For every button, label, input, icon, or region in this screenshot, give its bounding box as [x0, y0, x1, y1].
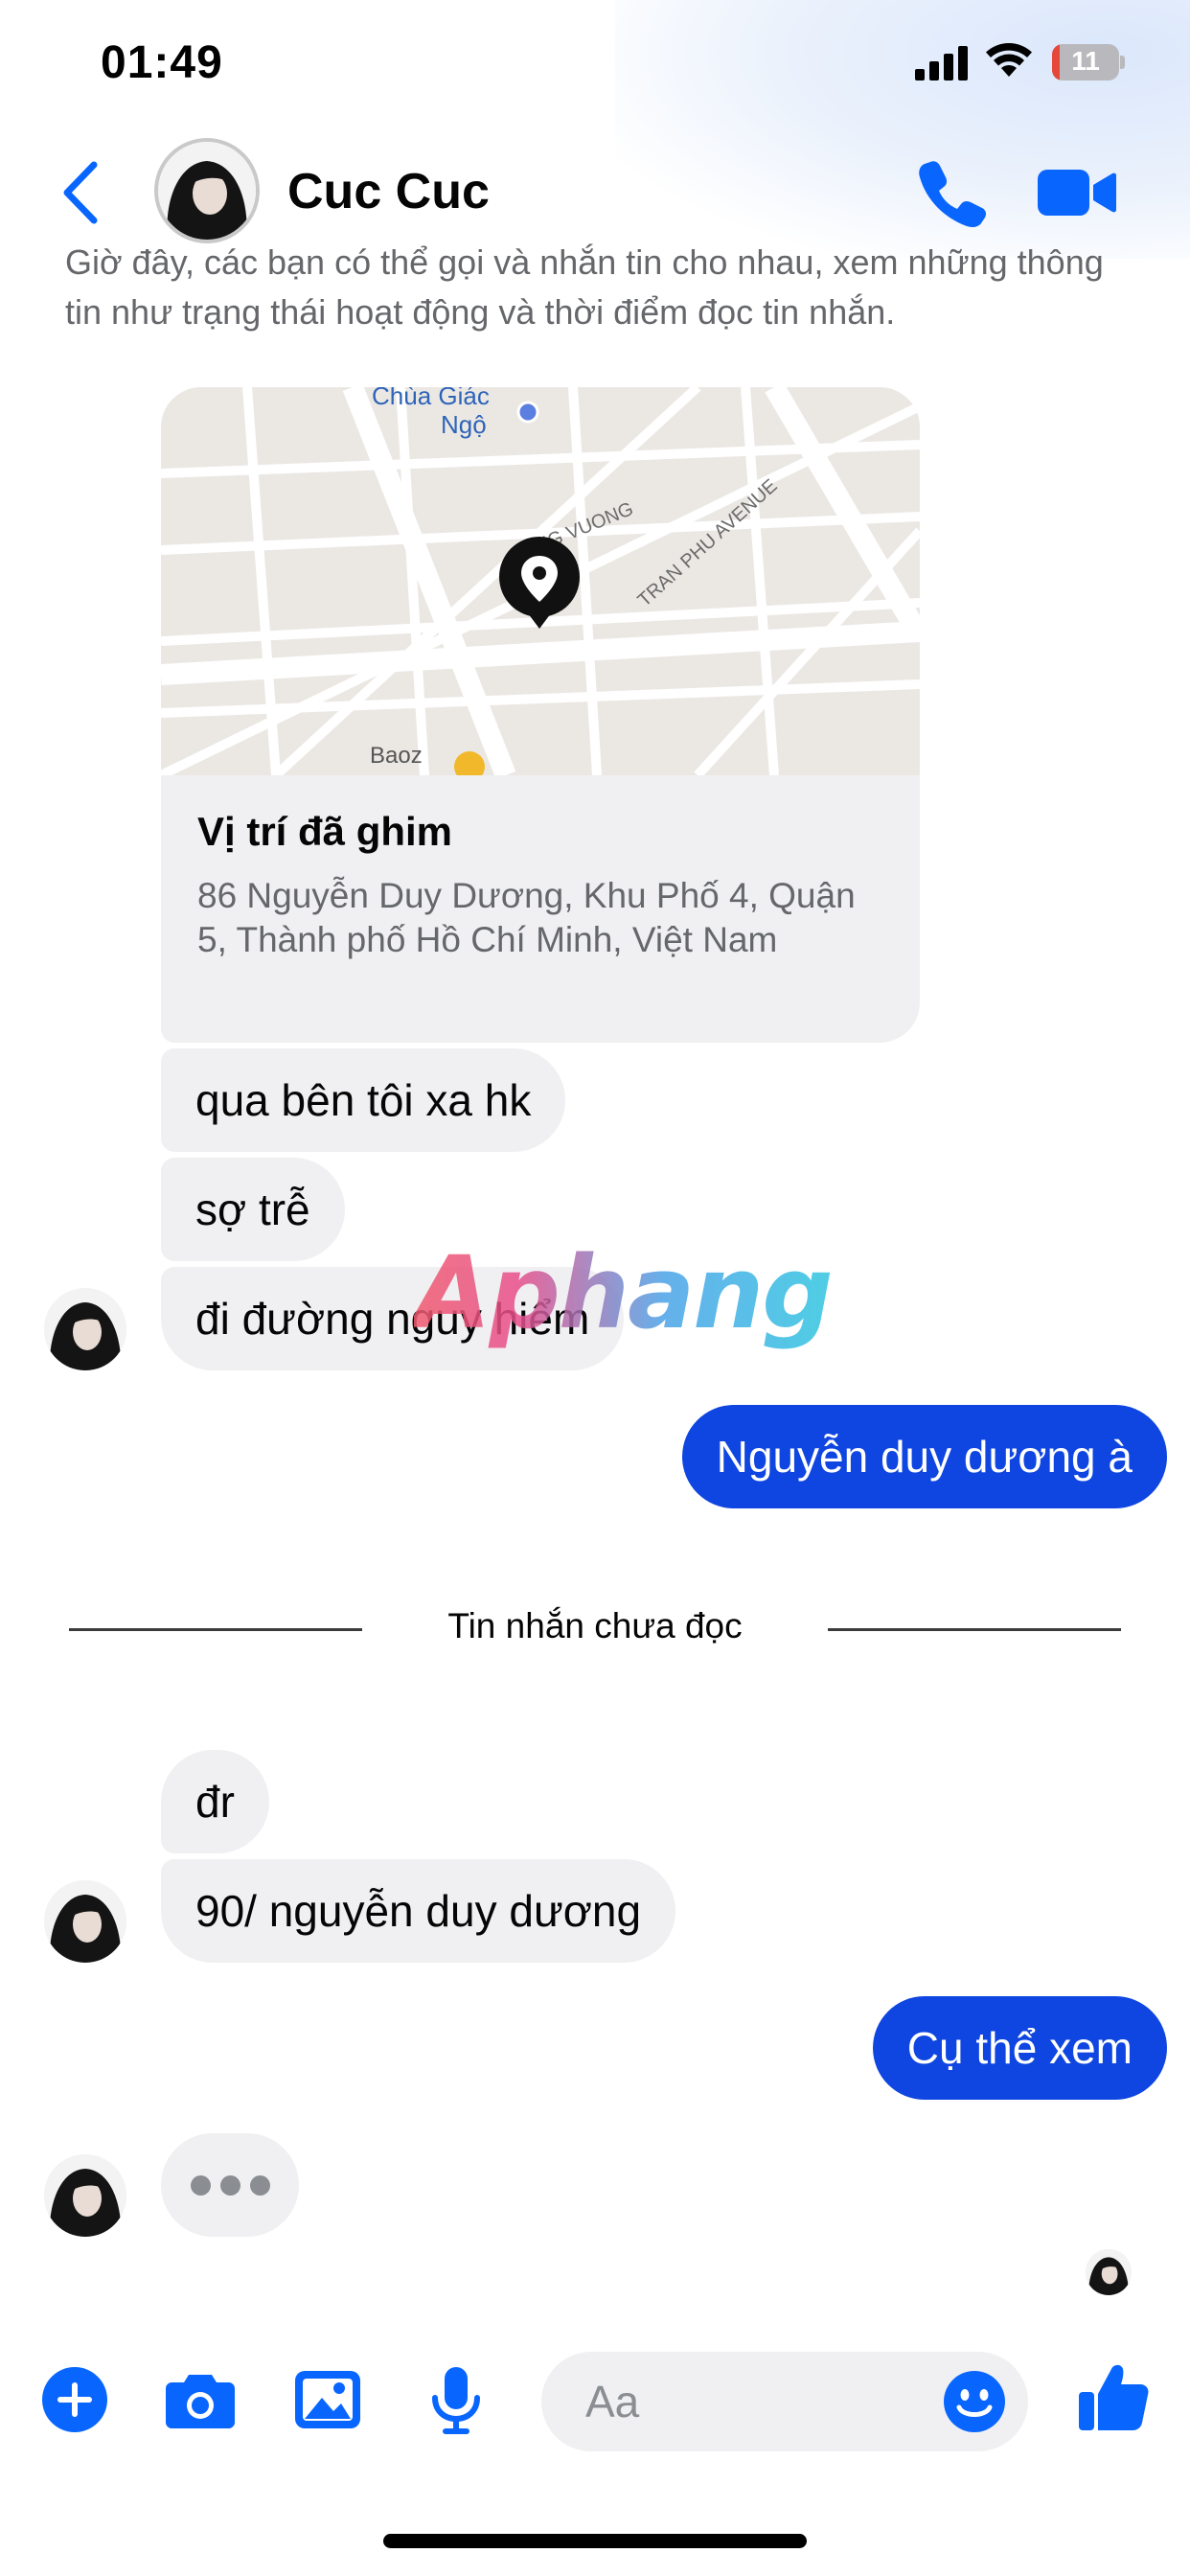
- typing-dot: [249, 2174, 270, 2196]
- video-camera-icon[interactable]: [1038, 166, 1116, 219]
- outgoing-message[interactable]: Nguyễn duy dương à: [681, 1405, 1167, 1508]
- message-input-container[interactable]: [541, 2352, 1028, 2451]
- image-icon[interactable]: [291, 2363, 364, 2436]
- phone-icon[interactable]: [915, 156, 986, 227]
- typing-indicator: [161, 2133, 299, 2237]
- incoming-message[interactable]: qua bên tôi xa hk: [161, 1048, 566, 1152]
- home-indicator: [383, 2534, 807, 2548]
- incoming-message[interactable]: sợ trễ: [161, 1158, 345, 1261]
- back-chevron-icon[interactable]: [57, 157, 105, 228]
- incoming-message[interactable]: đr: [161, 1750, 269, 1853]
- typing-dot: [219, 2174, 240, 2196]
- sender-avatar[interactable]: [44, 1288, 126, 1370]
- unread-divider-label: Tin nhắn chưa đọc: [447, 1606, 743, 1645]
- smiley-icon[interactable]: [942, 2369, 1007, 2434]
- map-poi-blue: [516, 401, 539, 424]
- contact-name[interactable]: Cuc Cuc: [287, 163, 490, 220]
- camera-icon[interactable]: [164, 2363, 237, 2436]
- conversation-notice: Giờ đây, các bạn có thể gọi và nhắn tin …: [65, 242, 1104, 332]
- status-time: 01:49: [101, 37, 223, 88]
- map-label-baoz: Baoz: [370, 743, 423, 769]
- typing-dot: [190, 2174, 211, 2196]
- microphone-icon[interactable]: [420, 2363, 492, 2436]
- map-label-pagoda-2: Ngộ: [441, 410, 487, 439]
- contact-avatar[interactable]: [154, 138, 260, 243]
- outgoing-message[interactable]: Cụ thể xem: [872, 1996, 1167, 2100]
- map-label-pagoda: Chùa Giác: [372, 387, 490, 410]
- status-bar: 01:49 11: [0, 0, 1190, 134]
- wifi-icon: [986, 42, 1032, 77]
- pinned-location-address: 86 Nguyễn Duy Dương, Khu Phố 4, Quận 5, …: [197, 876, 856, 959]
- unread-divider-line: [69, 1628, 362, 1631]
- conversation-header: Cuc Cuc: [0, 134, 1190, 249]
- incoming-message[interactable]: 90/ nguyễn duy dương: [161, 1859, 676, 1963]
- message-composer: [0, 2338, 1190, 2463]
- read-receipt-avatar: [1086, 2249, 1132, 2295]
- sender-avatar[interactable]: [44, 1880, 126, 1963]
- unread-divider-line: [828, 1628, 1121, 1631]
- pinned-location-title: Vị trí đã ghim: [197, 809, 453, 854]
- map-preview[interactable]: Chùa Giác Ngộ UNG VUONG TRAN PHU AVENUE …: [161, 387, 920, 775]
- watermark-logo: Aphang: [414, 1234, 834, 1351]
- thumbs-up-icon[interactable]: [1077, 2359, 1152, 2434]
- plus-circle-icon[interactable]: [38, 2363, 111, 2436]
- battery-indicator: 11: [1052, 44, 1125, 80]
- pinned-location-card[interactable]: Chùa Giác Ngộ UNG VUONG TRAN PHU AVENUE …: [161, 387, 920, 1043]
- cellular-signal-icon: [915, 46, 968, 80]
- message-input[interactable]: [585, 2352, 930, 2451]
- battery-percent: 11: [1071, 46, 1100, 76]
- sender-avatar[interactable]: [44, 2154, 126, 2237]
